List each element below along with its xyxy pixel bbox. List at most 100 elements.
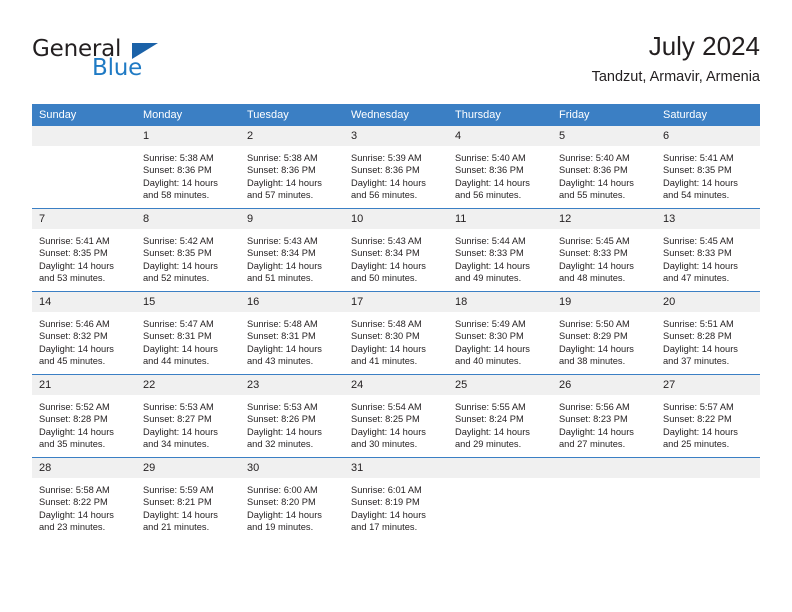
day-details: Sunrise: 5:47 AM Sunset: 8:31 PM Daylight:… bbox=[136, 312, 240, 368]
daylight-text-line2: and 27 minutes. bbox=[559, 439, 626, 450]
sunset-text: Sunset: 8:35 PM bbox=[143, 248, 212, 259]
daylight-text-line1: Daylight: 14 hours bbox=[351, 177, 426, 188]
calendar-day-cell[interactable]: 4 Sunrise: 5:40 AM Sunset: 8:36 PM Daylight… bbox=[448, 126, 552, 209]
sunset-text: Sunset: 8:19 PM bbox=[351, 497, 420, 508]
day-number: 27 bbox=[656, 375, 760, 395]
sunrise-text: Sunrise: 5:43 AM bbox=[351, 236, 422, 246]
calendar-day-cell[interactable]: 6 Sunrise: 5:41 AM Sunset: 8:35 PM Daylight… bbox=[656, 126, 760, 209]
calendar-day-cell[interactable]: 21 Sunrise: 5:52 AM Sunset: 8:28 PM Dayligh… bbox=[32, 374, 136, 458]
calendar-day-cell[interactable]: 28 Sunrise: 5:58 AM Sunset: 8:22 PM Dayligh… bbox=[32, 457, 136, 540]
calendar-day-cell[interactable]: 7 Sunrise: 5:41 AM Sunset: 8:35 PM Daylight… bbox=[32, 208, 136, 292]
calendar-day-cell[interactable]: 10 Sunrise: 5:43 AM Sunset: 8:34 PM Dayligh… bbox=[344, 208, 448, 292]
day-cell-inner bbox=[656, 458, 760, 540]
sunset-text: Sunset: 8:26 PM bbox=[247, 414, 316, 425]
daylight-text-line2: and 41 minutes. bbox=[351, 356, 418, 367]
calendar-day-cell[interactable]: 13 Sunrise: 5:45 AM Sunset: 8:33 PM Dayligh… bbox=[656, 208, 760, 292]
day-number: 4 bbox=[448, 126, 552, 146]
weekday-header-saturday: Saturday bbox=[656, 104, 760, 126]
calendar-day-cell[interactable]: 30 Sunrise: 6:00 AM Sunset: 8:20 PM Dayligh… bbox=[240, 457, 344, 540]
calendar-day-cell[interactable]: 29 Sunrise: 5:59 AM Sunset: 8:21 PM Dayligh… bbox=[136, 457, 240, 540]
daylight-text-line1: Daylight: 14 hours bbox=[663, 426, 738, 437]
calendar-day-cell[interactable]: 20 Sunrise: 5:51 AM Sunset: 8:28 PM Dayligh… bbox=[656, 291, 760, 375]
sunset-text: Sunset: 8:33 PM bbox=[559, 248, 628, 259]
day-details: Sunrise: 5:41 AM Sunset: 8:35 PM Daylight:… bbox=[32, 229, 136, 285]
calendar-day-cell[interactable]: 5 Sunrise: 5:40 AM Sunset: 8:36 PM Daylight… bbox=[552, 126, 656, 209]
calendar-day-cell[interactable]: 12 Sunrise: 5:45 AM Sunset: 8:33 PM Dayligh… bbox=[552, 208, 656, 292]
day-cell-inner: 14 Sunrise: 5:46 AM Sunset: 8:32 PM Dayligh… bbox=[32, 292, 136, 374]
sunrise-text: Sunrise: 5:53 AM bbox=[143, 402, 214, 412]
sunset-text: Sunset: 8:29 PM bbox=[559, 331, 628, 342]
day-details: Sunrise: 5:40 AM Sunset: 8:36 PM Daylight:… bbox=[552, 146, 656, 202]
calendar-day-cell[interactable]: 2 Sunrise: 5:38 AM Sunset: 8:36 PM Daylight… bbox=[240, 126, 344, 209]
calendar-day-cell[interactable]: 8 Sunrise: 5:42 AM Sunset: 8:35 PM Daylight… bbox=[136, 208, 240, 292]
daylight-text-line1: Daylight: 14 hours bbox=[351, 260, 426, 271]
calendar-day-cell[interactable]: 1 Sunrise: 5:38 AM Sunset: 8:36 PM Daylight… bbox=[136, 126, 240, 209]
daylight-text-line2: and 43 minutes. bbox=[247, 356, 314, 367]
day-cell-inner: 31 Sunrise: 6:01 AM Sunset: 8:19 PM Dayligh… bbox=[344, 458, 448, 540]
day-number: 6 bbox=[656, 126, 760, 146]
day-number: 12 bbox=[552, 209, 656, 229]
daylight-text-line1: Daylight: 14 hours bbox=[663, 177, 738, 188]
calendar-day-cell[interactable]: 19 Sunrise: 5:50 AM Sunset: 8:29 PM Dayligh… bbox=[552, 291, 656, 375]
daylight-text-line1: Daylight: 14 hours bbox=[559, 177, 634, 188]
sunset-text: Sunset: 8:34 PM bbox=[351, 248, 420, 259]
sunrise-text: Sunrise: 5:53 AM bbox=[247, 402, 318, 412]
sunset-text: Sunset: 8:34 PM bbox=[247, 248, 316, 259]
calendar-week-row: 21 Sunrise: 5:52 AM Sunset: 8:28 PM Dayligh… bbox=[32, 374, 760, 458]
calendar-day-cell[interactable]: 23 Sunrise: 5:53 AM Sunset: 8:26 PM Dayligh… bbox=[240, 374, 344, 458]
calendar-day-cell[interactable]: 16 Sunrise: 5:48 AM Sunset: 8:31 PM Dayligh… bbox=[240, 291, 344, 375]
day-details: Sunrise: 5:48 AM Sunset: 8:31 PM Daylight:… bbox=[240, 312, 344, 368]
day-cell-inner bbox=[448, 458, 552, 540]
day-cell-inner: 6 Sunrise: 5:41 AM Sunset: 8:35 PM Daylight… bbox=[656, 126, 760, 208]
day-details: Sunrise: 5:38 AM Sunset: 8:36 PM Daylight:… bbox=[136, 146, 240, 202]
day-number: 22 bbox=[136, 375, 240, 395]
calendar-day-cell[interactable]: 31 Sunrise: 6:01 AM Sunset: 8:19 PM Dayligh… bbox=[344, 457, 448, 540]
calendar-day-cell[interactable]: 15 Sunrise: 5:47 AM Sunset: 8:31 PM Dayligh… bbox=[136, 291, 240, 375]
day-number bbox=[448, 458, 552, 478]
brand-logo[interactable]: General Blue bbox=[32, 36, 242, 88]
daylight-text-line1: Daylight: 14 hours bbox=[663, 260, 738, 271]
day-details: Sunrise: 5:42 AM Sunset: 8:35 PM Daylight:… bbox=[136, 229, 240, 285]
calendar-week-row: 14 Sunrise: 5:46 AM Sunset: 8:32 PM Dayligh… bbox=[32, 291, 760, 375]
daylight-text-line1: Daylight: 14 hours bbox=[455, 177, 530, 188]
calendar-day-cell[interactable]: 27 Sunrise: 5:57 AM Sunset: 8:22 PM Dayligh… bbox=[656, 374, 760, 458]
calendar-day-cell[interactable]: 11 Sunrise: 5:44 AM Sunset: 8:33 PM Dayligh… bbox=[448, 208, 552, 292]
calendar-day-cell[interactable]: 24 Sunrise: 5:54 AM Sunset: 8:25 PM Dayligh… bbox=[344, 374, 448, 458]
daylight-text-line2: and 29 minutes. bbox=[455, 439, 522, 450]
daylight-text-line2: and 40 minutes. bbox=[455, 356, 522, 367]
calendar-day-cell[interactable]: 26 Sunrise: 5:56 AM Sunset: 8:23 PM Dayligh… bbox=[552, 374, 656, 458]
calendar-day-cell[interactable]: 3 Sunrise: 5:39 AM Sunset: 8:36 PM Daylight… bbox=[344, 126, 448, 209]
day-number: 30 bbox=[240, 458, 344, 478]
daylight-text-line1: Daylight: 14 hours bbox=[143, 177, 218, 188]
daylight-text-line2: and 47 minutes. bbox=[663, 273, 730, 284]
day-details: Sunrise: 5:43 AM Sunset: 8:34 PM Daylight:… bbox=[240, 229, 344, 285]
day-number bbox=[656, 458, 760, 478]
daylight-text-line2: and 53 minutes. bbox=[39, 273, 106, 284]
calendar-day-cell[interactable]: 17 Sunrise: 5:48 AM Sunset: 8:30 PM Dayligh… bbox=[344, 291, 448, 375]
sunset-text: Sunset: 8:31 PM bbox=[143, 331, 212, 342]
day-number: 2 bbox=[240, 126, 344, 146]
page-title: July 2024 bbox=[648, 31, 760, 61]
day-cell-inner: 19 Sunrise: 5:50 AM Sunset: 8:29 PM Dayligh… bbox=[552, 292, 656, 374]
day-details: Sunrise: 5:45 AM Sunset: 8:33 PM Daylight:… bbox=[552, 229, 656, 285]
calendar-day-cell[interactable]: 9 Sunrise: 5:43 AM Sunset: 8:34 PM Daylight… bbox=[240, 208, 344, 292]
day-details: Sunrise: 5:55 AM Sunset: 8:24 PM Daylight:… bbox=[448, 395, 552, 451]
calendar-day-cell[interactable]: 25 Sunrise: 5:55 AM Sunset: 8:24 PM Dayligh… bbox=[448, 374, 552, 458]
sunset-text: Sunset: 8:22 PM bbox=[39, 497, 108, 508]
calendar-day-cell[interactable]: 18 Sunrise: 5:49 AM Sunset: 8:30 PM Dayligh… bbox=[448, 291, 552, 375]
sunrise-text: Sunrise: 5:50 AM bbox=[559, 319, 630, 329]
daylight-text-line1: Daylight: 14 hours bbox=[247, 509, 322, 520]
sunset-text: Sunset: 8:25 PM bbox=[351, 414, 420, 425]
day-cell-inner: 17 Sunrise: 5:48 AM Sunset: 8:30 PM Dayligh… bbox=[344, 292, 448, 374]
calendar-day-cell[interactable]: 14 Sunrise: 5:46 AM Sunset: 8:32 PM Dayligh… bbox=[32, 291, 136, 375]
day-cell-inner: 29 Sunrise: 5:59 AM Sunset: 8:21 PM Dayligh… bbox=[136, 458, 240, 540]
sunset-text: Sunset: 8:32 PM bbox=[39, 331, 108, 342]
calendar-cell-empty bbox=[448, 457, 552, 540]
daylight-text-line2: and 45 minutes. bbox=[39, 356, 106, 367]
daylight-text-line1: Daylight: 14 hours bbox=[559, 426, 634, 437]
sunrise-text: Sunrise: 5:45 AM bbox=[559, 236, 630, 246]
sunrise-text: Sunrise: 5:55 AM bbox=[455, 402, 526, 412]
day-cell-inner bbox=[32, 126, 136, 208]
day-number: 26 bbox=[552, 375, 656, 395]
calendar-day-cell[interactable]: 22 Sunrise: 5:53 AM Sunset: 8:27 PM Dayligh… bbox=[136, 374, 240, 458]
